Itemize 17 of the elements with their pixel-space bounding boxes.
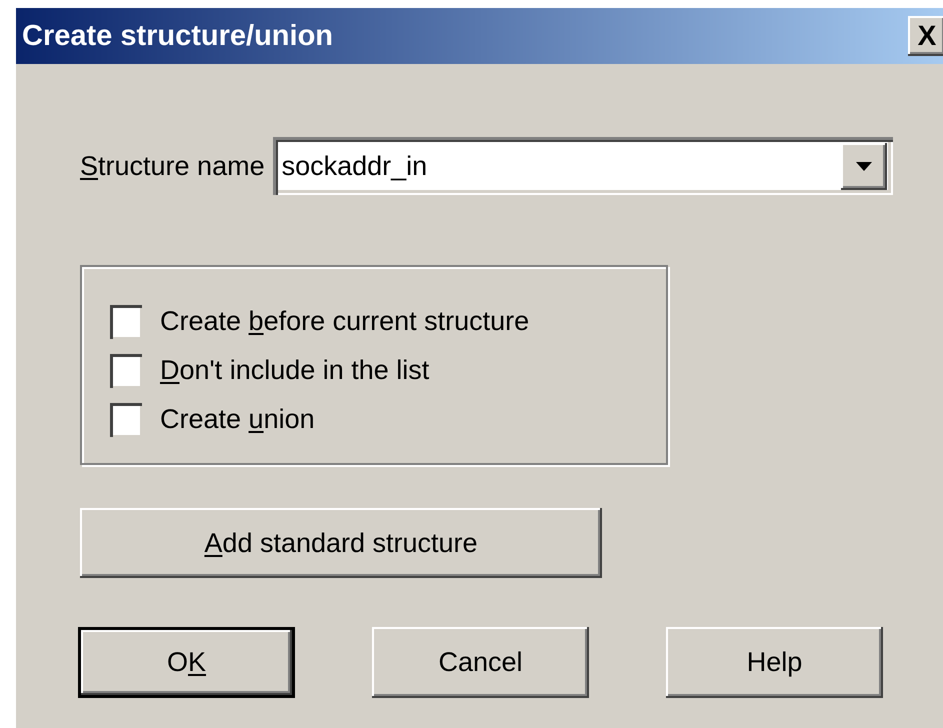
window-title: Create structure/union: [21, 20, 333, 52]
dialog-button[interactable]: Cancel: [372, 627, 589, 698]
checkbox-label: Don't include in the list: [160, 355, 430, 386]
checkbox[interactable]: [110, 402, 142, 436]
checkbox-label: Create union: [160, 404, 315, 435]
dialog-button[interactable]: OK: [78, 627, 295, 698]
add-structure-button[interactable]: Add standard structure: [80, 508, 602, 578]
structure-name-combobox[interactable]: sockaddr_in: [272, 137, 893, 195]
checkbox-label: Create before current structure: [160, 306, 530, 337]
caret-icon: [856, 162, 872, 170]
field-label: Structure name: [80, 150, 265, 182]
structure-name-input[interactable]: sockaddr_in: [272, 150, 841, 182]
dialog-button[interactable]: Help: [666, 627, 883, 698]
checkbox[interactable]: [110, 354, 142, 388]
dropdown-button[interactable]: [840, 142, 887, 190]
checkbox[interactable]: [110, 304, 142, 338]
close-button[interactable]: X: [908, 16, 943, 56]
